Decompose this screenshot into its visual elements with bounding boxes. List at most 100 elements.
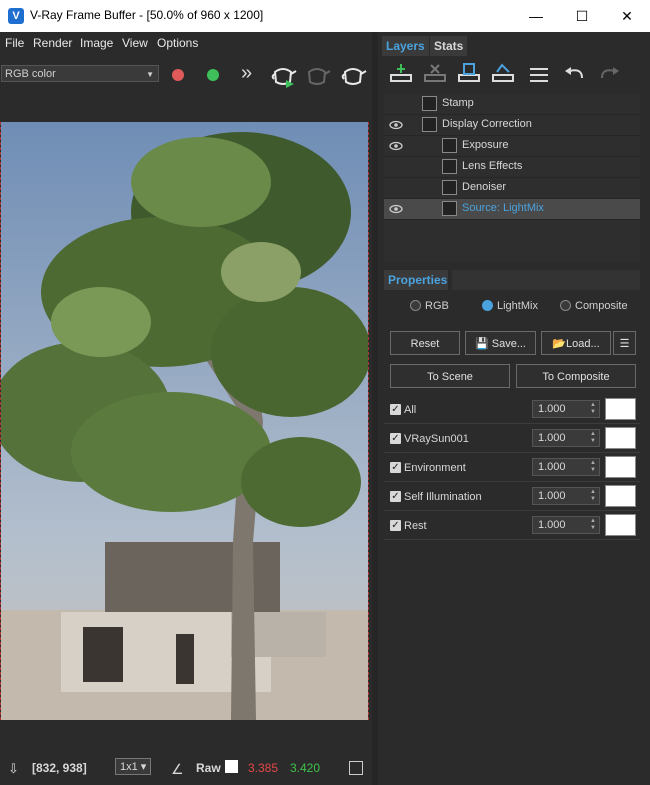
layer-name: Source: LightMix (462, 202, 544, 214)
maximize-button[interactable]: ☐ (559, 0, 605, 32)
tab-layers[interactable]: Layers (382, 36, 429, 56)
spinner-icon[interactable]: ▲ ▼ (590, 402, 596, 416)
layer-list-button[interactable] (526, 62, 552, 90)
save-button[interactable]: 💾 Save... (465, 331, 536, 355)
expand-toolbar-button[interactable]: » (241, 60, 271, 90)
load-layers-button[interactable] (490, 62, 516, 90)
light-color-swatch[interactable] (605, 427, 636, 449)
menu-options[interactable]: Options (157, 36, 198, 50)
rendered-image[interactable] (0, 122, 369, 720)
sample-size-select[interactable]: 1x1 ▾ (115, 758, 152, 775)
layers-list: Stamp Display Correction Exposure Lens Effe… (384, 94, 640, 262)
panel-splitter[interactable] (372, 32, 378, 785)
intensity-input[interactable]: 1.000 ▲ ▼ (532, 429, 600, 447)
save-layers-button[interactable] (456, 62, 482, 90)
spinner-icon[interactable]: ▲ ▼ (590, 431, 596, 445)
render-last-button[interactable] (338, 60, 368, 90)
mode-lightmix-radio[interactable]: LightMix (482, 300, 538, 312)
add-layer-button[interactable] (388, 62, 414, 90)
load-button[interactable]: 📂Load... (541, 331, 611, 355)
checkbox[interactable]: ✓ (390, 520, 401, 531)
to-scene-button[interactable]: To Scene (390, 364, 510, 388)
redo-button[interactable] (596, 62, 622, 90)
chevron-down-icon: ▼ (146, 70, 154, 79)
checkbox[interactable]: ✓ (390, 404, 401, 415)
raw-color-swatch (225, 760, 238, 773)
radio-icon (560, 300, 571, 311)
undo-button[interactable] (562, 62, 588, 90)
layer-row[interactable]: Stamp (384, 94, 640, 115)
layer-row[interactable]: Exposure (384, 136, 640, 157)
radio-icon (410, 300, 421, 311)
checkbox[interactable]: ✓ (390, 433, 401, 444)
to-composite-button[interactable]: To Composite (516, 364, 636, 388)
intensity-input[interactable]: 1.000 ▲ ▼ (532, 400, 600, 418)
pin-icon[interactable]: ⇩ (8, 761, 19, 777)
raw-label: Raw (196, 761, 221, 775)
light-color-swatch[interactable] (605, 514, 636, 536)
light-name: VRaySun001 (404, 433, 469, 445)
intensity-input[interactable]: 1.000 ▲ ▼ (532, 458, 600, 476)
layer-type-icon (442, 180, 457, 195)
close-button[interactable]: ✕ (604, 0, 650, 32)
checkbox[interactable]: ✓ (390, 462, 401, 473)
channel-select[interactable]: RGB color ▼ (1, 65, 159, 82)
intensity-value: 1.000 (538, 519, 566, 531)
minimize-button[interactable]: — (513, 0, 559, 32)
layer-row[interactable]: Source: LightMix (384, 199, 640, 220)
load-label: Load... (566, 338, 600, 350)
mode-rgb-radio[interactable]: RGB (410, 300, 449, 312)
teapot-icon (271, 68, 297, 88)
green-dot-icon (207, 69, 219, 81)
layer-type-icon (442, 201, 457, 216)
intensity-input[interactable]: 1.000 ▲ ▼ (532, 516, 600, 534)
radio-selected-icon (482, 300, 493, 311)
channel-select-value: RGB color (5, 68, 56, 80)
layer-name: Stamp (442, 97, 474, 109)
intensity-input[interactable]: 1.000 ▲ ▼ (532, 487, 600, 505)
checkbox[interactable]: ✓ (390, 491, 401, 502)
render-toolbar: RGB color ▼ » (0, 56, 380, 92)
light-color-swatch[interactable] (605, 456, 636, 478)
panel-toggle-icon[interactable] (349, 761, 363, 775)
properties-title: Properties (384, 270, 448, 290)
interactive-render-button[interactable] (302, 60, 332, 90)
render-viewport[interactable] (0, 94, 380, 749)
redo-icon (601, 67, 619, 79)
angle-icon: ∠ (171, 761, 184, 777)
mode-rgb-label: RGB (425, 300, 449, 312)
title-bar: V V-Ray Frame Buffer - [50.0% of 960 x 1… (0, 0, 650, 32)
render-teapot-button[interactable] (268, 60, 298, 90)
light-color-swatch[interactable] (605, 398, 636, 420)
layer-row[interactable]: Display Correction (384, 115, 640, 136)
red-channel-button[interactable] (163, 60, 193, 90)
green-channel-button[interactable] (198, 60, 228, 90)
red-dot-icon (172, 69, 184, 81)
eye-icon[interactable] (389, 202, 403, 216)
layer-row[interactable]: Denoiser (384, 178, 640, 199)
eye-icon[interactable] (389, 139, 403, 153)
light-name: Self Illumination (404, 491, 482, 503)
menu-image[interactable]: Image (80, 36, 113, 50)
mode-lightmix-label: LightMix (497, 300, 538, 312)
mode-composite-radio[interactable]: Composite (560, 300, 628, 312)
light-color-swatch[interactable] (605, 485, 636, 507)
tab-stats[interactable]: Stats (430, 36, 468, 56)
intensity-value: 1.000 (538, 403, 566, 415)
delete-layer-button[interactable] (422, 62, 448, 90)
layer-type-icon (442, 159, 457, 174)
spinner-icon[interactable]: ▲ ▼ (590, 518, 596, 532)
layer-row[interactable]: Lens Effects (384, 157, 640, 178)
menu-render[interactable]: Render (33, 36, 72, 50)
lightmix-menu-button[interactable]: ☰ (613, 331, 636, 355)
green-value: 3.420 (290, 761, 321, 775)
save-label: Save... (491, 338, 526, 350)
menu-view[interactable]: View (122, 36, 148, 50)
spinner-icon[interactable]: ▲ ▼ (590, 489, 596, 503)
spinner-icon[interactable]: ▲ ▼ (590, 460, 596, 474)
reset-button[interactable]: Reset (390, 331, 460, 355)
eye-icon[interactable] (389, 118, 403, 132)
layer-name: Denoiser (462, 181, 507, 193)
menu-file[interactable]: File (5, 36, 24, 50)
intensity-value: 1.000 (538, 432, 566, 444)
